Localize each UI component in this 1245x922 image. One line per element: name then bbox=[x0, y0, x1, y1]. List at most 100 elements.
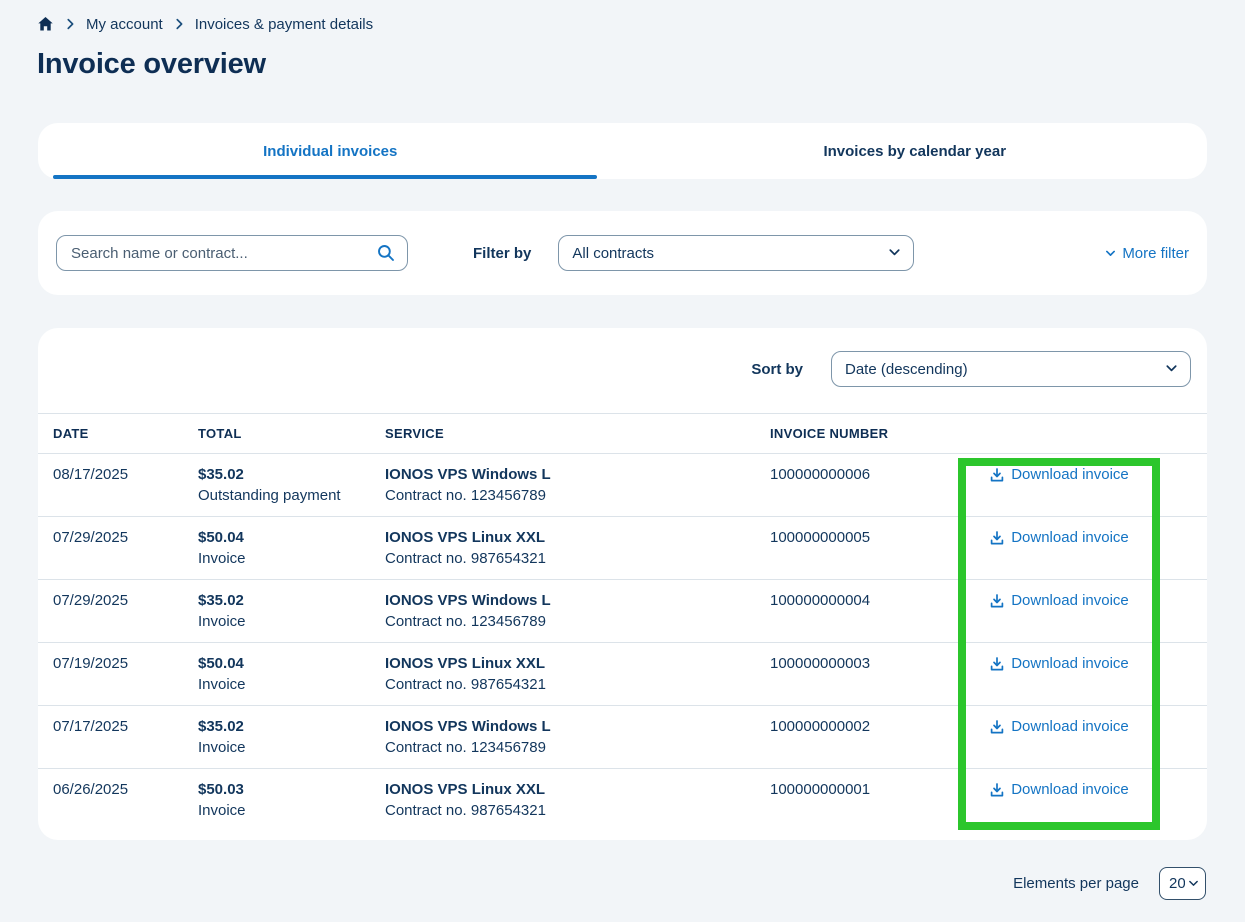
contract-filter-select[interactable]: All contracts bbox=[558, 235, 914, 271]
invoice-total-cell: $35.02 Outstanding payment bbox=[198, 465, 385, 506]
table-row: 07/17/2025 $35.02 Invoice IONOS VPS Wind… bbox=[38, 706, 1207, 769]
active-tab-indicator bbox=[53, 175, 597, 179]
elements-per-page-label: Elements per page bbox=[1013, 875, 1139, 892]
more-filter-label: More filter bbox=[1122, 245, 1189, 262]
breadcrumb-my-account[interactable]: My account bbox=[86, 16, 163, 33]
column-header-date: DATE bbox=[53, 426, 198, 441]
download-icon bbox=[989, 530, 1005, 546]
invoice-table-body: 08/17/2025 $35.02 Outstanding payment IO… bbox=[38, 454, 1207, 832]
invoice-date: 08/17/2025 bbox=[53, 465, 198, 485]
invoice-type: Invoice bbox=[198, 612, 385, 632]
chevron-right-icon bbox=[172, 17, 186, 31]
sort-by-label: Sort by bbox=[751, 361, 803, 378]
invoice-type: Invoice bbox=[198, 738, 385, 758]
download-invoice-label: Download invoice bbox=[1011, 591, 1129, 611]
home-icon[interactable] bbox=[37, 16, 54, 32]
invoice-date: 07/17/2025 bbox=[53, 717, 198, 737]
download-cell: Download invoice bbox=[958, 465, 1160, 485]
breadcrumb-invoices-payment-details[interactable]: Invoices & payment details bbox=[195, 16, 373, 33]
invoice-total: $50.04 bbox=[198, 654, 385, 674]
download-icon bbox=[989, 782, 1005, 798]
contract-number: Contract no. 123456789 bbox=[385, 612, 770, 632]
table-row: 07/19/2025 $50.04 Invoice IONOS VPS Linu… bbox=[38, 643, 1207, 706]
invoice-number: 100000000006 bbox=[770, 465, 958, 485]
chevron-right-icon bbox=[63, 17, 77, 31]
service-name: IONOS VPS Linux XXL bbox=[385, 528, 770, 548]
search-input[interactable] bbox=[56, 235, 408, 271]
table-header-row: DATE TOTAL SERVICE INVOICE NUMBER bbox=[38, 413, 1207, 454]
contract-number: Contract no. 987654321 bbox=[385, 675, 770, 695]
invoice-service-cell: IONOS VPS Linux XXL Contract no. 9876543… bbox=[385, 654, 770, 695]
invoice-number: 100000000004 bbox=[770, 591, 958, 611]
contract-filter-wrap: All contracts bbox=[558, 235, 914, 271]
download-invoice-button[interactable]: Download invoice bbox=[989, 591, 1129, 611]
invoice-service-cell: IONOS VPS Windows L Contract no. 1234567… bbox=[385, 465, 770, 506]
download-invoice-button[interactable]: Download invoice bbox=[989, 780, 1129, 800]
filter-by-label: Filter by bbox=[473, 245, 531, 262]
download-invoice-label: Download invoice bbox=[1011, 654, 1129, 674]
download-invoice-button[interactable]: Download invoice bbox=[989, 465, 1129, 485]
invoice-type: Invoice bbox=[198, 549, 385, 569]
service-name: IONOS VPS Windows L bbox=[385, 717, 770, 737]
contract-number: Contract no. 123456789 bbox=[385, 486, 770, 506]
contract-number: Contract no. 123456789 bbox=[385, 738, 770, 758]
sort-row: Sort by Date (descending) bbox=[38, 328, 1207, 387]
page-size-select[interactable]: 20 bbox=[1159, 867, 1206, 900]
service-name: IONOS VPS Linux XXL bbox=[385, 780, 770, 800]
invoice-type: Invoice bbox=[198, 675, 385, 695]
invoice-total: $35.02 bbox=[198, 591, 385, 611]
tab-individual-invoices[interactable]: Individual invoices bbox=[38, 123, 623, 179]
download-cell: Download invoice bbox=[958, 528, 1160, 548]
column-header-invoice-number: INVOICE NUMBER bbox=[770, 426, 958, 441]
invoice-total: $50.04 bbox=[198, 528, 385, 548]
download-invoice-label: Download invoice bbox=[1011, 717, 1129, 737]
breadcrumb: My account Invoices & payment details bbox=[37, 15, 1207, 33]
service-name: IONOS VPS Windows L bbox=[385, 591, 770, 611]
download-invoice-label: Download invoice bbox=[1011, 465, 1129, 485]
invoice-total: $35.02 bbox=[198, 717, 385, 737]
top-header: My account Invoices & payment details In… bbox=[0, 0, 1245, 81]
invoice-type: Outstanding payment bbox=[198, 486, 385, 506]
invoice-number: 100000000003 bbox=[770, 654, 958, 674]
more-filter-button[interactable]: More filter bbox=[1104, 245, 1189, 262]
invoice-total: $50.03 bbox=[198, 780, 385, 800]
table-row: 07/29/2025 $50.04 Invoice IONOS VPS Linu… bbox=[38, 517, 1207, 580]
invoice-number: 100000000002 bbox=[770, 717, 958, 737]
tabs-card: Individual invoices Invoices by calendar… bbox=[38, 123, 1207, 179]
invoice-total-cell: $35.02 Invoice bbox=[198, 717, 385, 758]
invoice-table: DATE TOTAL SERVICE INVOICE NUMBER 08/17/… bbox=[38, 413, 1207, 832]
download-cell: Download invoice bbox=[958, 717, 1160, 737]
invoice-service-cell: IONOS VPS Linux XXL Contract no. 9876543… bbox=[385, 780, 770, 821]
invoice-date: 06/26/2025 bbox=[53, 780, 198, 800]
download-icon bbox=[989, 656, 1005, 672]
invoice-table-card: Sort by Date (descending) DATE TOTAL SER… bbox=[38, 328, 1207, 840]
invoice-service-cell: IONOS VPS Windows L Contract no. 1234567… bbox=[385, 591, 770, 632]
invoice-service-cell: IONOS VPS Linux XXL Contract no. 9876543… bbox=[385, 528, 770, 569]
column-header-service: SERVICE bbox=[385, 426, 770, 441]
download-invoice-button[interactable]: Download invoice bbox=[989, 654, 1129, 674]
search-field-wrap bbox=[56, 235, 408, 271]
contract-number: Contract no. 987654321 bbox=[385, 549, 770, 569]
download-invoice-button[interactable]: Download invoice bbox=[989, 717, 1129, 737]
download-invoice-label: Download invoice bbox=[1011, 528, 1129, 548]
invoice-number: 100000000005 bbox=[770, 528, 958, 548]
invoice-total: $35.02 bbox=[198, 465, 385, 485]
service-name: IONOS VPS Linux XXL bbox=[385, 654, 770, 674]
download-cell: Download invoice bbox=[958, 591, 1160, 611]
download-cell: Download invoice bbox=[958, 654, 1160, 674]
table-row: 06/26/2025 $50.03 Invoice IONOS VPS Linu… bbox=[38, 769, 1207, 832]
download-invoice-button[interactable]: Download invoice bbox=[989, 528, 1129, 548]
table-row: 08/17/2025 $35.02 Outstanding payment IO… bbox=[38, 454, 1207, 517]
invoice-date: 07/29/2025 bbox=[53, 591, 198, 611]
invoice-total-cell: $50.04 Invoice bbox=[198, 528, 385, 569]
download-invoice-label: Download invoice bbox=[1011, 780, 1129, 800]
invoice-total-cell: $50.03 Invoice bbox=[198, 780, 385, 821]
service-name: IONOS VPS Windows L bbox=[385, 465, 770, 485]
invoice-total-cell: $35.02 Invoice bbox=[198, 591, 385, 632]
invoice-number: 100000000001 bbox=[770, 780, 958, 800]
tab-invoices-by-calendar-year[interactable]: Invoices by calendar year bbox=[623, 123, 1208, 179]
search-icon[interactable] bbox=[376, 243, 396, 263]
download-icon bbox=[989, 467, 1005, 483]
sort-select[interactable]: Date (descending) bbox=[831, 351, 1191, 387]
invoice-total-cell: $50.04 Invoice bbox=[198, 654, 385, 695]
